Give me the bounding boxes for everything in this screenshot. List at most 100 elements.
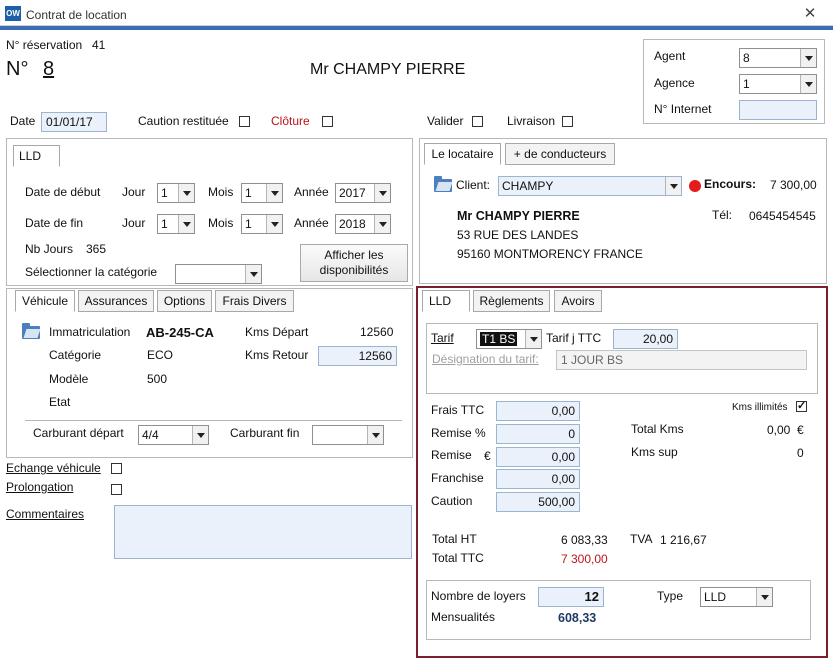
fin-jour-label: Jour bbox=[122, 216, 146, 230]
chevron-down-icon bbox=[525, 330, 541, 348]
carburant-depart-select[interactable]: 4/4 bbox=[138, 425, 209, 445]
tab-avoirs[interactable]: Avoirs bbox=[554, 290, 602, 312]
echange-vehicule-checkbox[interactable] bbox=[111, 463, 122, 474]
tab-assurances[interactable]: Assurances bbox=[78, 290, 154, 312]
kms-retour-input[interactable]: 12560 bbox=[318, 346, 397, 366]
categorie-select[interactable] bbox=[175, 264, 262, 284]
chevron-down-icon bbox=[192, 426, 208, 444]
tab-lld-dates[interactable]: LLD bbox=[13, 145, 60, 167]
close-icon[interactable]: ✕ bbox=[800, 5, 820, 23]
fin-jour-select[interactable]: 1 bbox=[157, 214, 195, 234]
debut-label: Date de début bbox=[25, 185, 101, 199]
valider-label: Valider bbox=[427, 114, 464, 128]
debut-annee-select[interactable]: 2017 bbox=[335, 183, 391, 203]
fin-label: Date de fin bbox=[25, 216, 84, 230]
tab-billing-lld[interactable]: LLD bbox=[422, 290, 470, 312]
reservation-value: 41 bbox=[92, 38, 106, 52]
valider-checkbox[interactable] bbox=[472, 116, 483, 127]
caution-input[interactable]: 500,00 bbox=[496, 492, 580, 512]
loyers-label: Nombre de loyers bbox=[431, 589, 526, 603]
folder-icon[interactable] bbox=[22, 323, 40, 339]
prolongation-link[interactable]: Prolongation bbox=[6, 480, 73, 494]
designation-link[interactable]: Désignation du tarif: bbox=[432, 352, 539, 366]
tab-le-locataire[interactable]: Le locataire bbox=[424, 143, 501, 165]
caution-label: Caution bbox=[431, 494, 473, 508]
vehicle-categorie-label: Catégorie bbox=[49, 348, 102, 362]
tab-frais-divers[interactable]: Frais Divers bbox=[215, 290, 294, 312]
carburant-fin-label: Carburant fin bbox=[230, 426, 300, 440]
tab-options[interactable]: Options bbox=[157, 290, 212, 312]
remise-eur-label: Remise bbox=[431, 448, 472, 462]
carburant-fin-select[interactable] bbox=[312, 425, 384, 445]
frais-ttc-input[interactable]: 0,00 bbox=[496, 401, 580, 421]
app-icon: OW bbox=[5, 6, 21, 21]
tab-vehicule[interactable]: Véhicule bbox=[15, 290, 75, 312]
total-kms-value: 0,00 bbox=[767, 423, 791, 437]
modele-value: 500 bbox=[147, 372, 168, 386]
chevron-down-icon bbox=[756, 588, 772, 606]
remise-pct-input[interactable]: 0 bbox=[496, 424, 580, 444]
agence-label: Agence bbox=[654, 76, 695, 90]
carburant-depart-label: Carburant départ bbox=[33, 426, 124, 440]
debut-mois-select[interactable]: 1 bbox=[241, 183, 283, 203]
commentaires-link[interactable]: Commentaires bbox=[6, 507, 84, 521]
categorie-select-label: Sélectionner la catégorie bbox=[25, 265, 158, 279]
kms-depart-label: Kms Départ bbox=[245, 325, 309, 339]
designation-input[interactable]: 1 JOUR BS bbox=[556, 350, 807, 370]
total-ttc-label: Total TTC bbox=[432, 551, 484, 565]
agent-select[interactable]: 8 bbox=[739, 48, 817, 68]
kms-illimites-checkbox[interactable] bbox=[796, 399, 807, 412]
tarif-select[interactable]: T1 BS bbox=[476, 329, 542, 349]
tarif-j-input[interactable]: 20,00 bbox=[613, 329, 678, 349]
tarif-link[interactable]: Tarif bbox=[431, 331, 454, 345]
total-kms-unit: € bbox=[797, 423, 804, 437]
type-select[interactable]: LLD bbox=[700, 587, 773, 607]
livraison-checkbox[interactable] bbox=[562, 116, 573, 127]
total-kms-label: Total Kms bbox=[631, 422, 684, 436]
client-select[interactable]: CHAMPY bbox=[498, 176, 682, 196]
date-label: Date bbox=[10, 114, 36, 128]
debut-annee-label: Année bbox=[294, 185, 329, 199]
tab-reglements[interactable]: Règlements bbox=[473, 290, 550, 312]
disponibilites-button[interactable]: Afficher les disponibilités bbox=[300, 244, 408, 282]
debut-jour-select[interactable]: 1 bbox=[157, 183, 195, 203]
echange-vehicule-link[interactable]: Echange véhicule bbox=[6, 461, 101, 475]
number-label: N° bbox=[6, 58, 29, 80]
cloture-label: Clôture bbox=[271, 114, 310, 128]
kms-illimites-label: Kms illimités bbox=[732, 402, 788, 413]
agence-select[interactable]: 1 bbox=[739, 74, 817, 94]
locataire-name: Mr CHAMPY PIERRE bbox=[457, 209, 580, 223]
caution-restituee-checkbox[interactable] bbox=[239, 116, 250, 127]
remise-eur-symbol: € bbox=[484, 449, 491, 463]
modele-label: Modèle bbox=[49, 372, 89, 386]
status-dot-icon bbox=[689, 180, 701, 192]
folder-icon[interactable] bbox=[434, 176, 452, 192]
prolongation-checkbox[interactable] bbox=[111, 484, 122, 495]
total-ht-value: 6 083,33 bbox=[561, 533, 608, 547]
loyers-input[interactable]: 12 bbox=[538, 587, 604, 607]
number-value: 8 bbox=[43, 58, 55, 80]
chevron-down-icon bbox=[367, 426, 383, 444]
debut-jour-label: Jour bbox=[122, 185, 146, 199]
kms-depart-value: 12560 bbox=[360, 325, 394, 339]
remise-eur-input[interactable]: 0,00 bbox=[496, 447, 580, 467]
fin-annee-select[interactable]: 2018 bbox=[335, 214, 391, 234]
tab-plus-conducteurs[interactable]: + de conducteurs bbox=[505, 143, 615, 165]
chevron-down-icon bbox=[374, 215, 390, 233]
commentaires-textarea[interactable] bbox=[114, 505, 412, 559]
nb-jours-value: 365 bbox=[86, 242, 107, 256]
etat-label: Etat bbox=[49, 395, 71, 409]
client-name-title: Mr CHAMPY PIERRE bbox=[310, 61, 466, 78]
encours-value: 7 300,00 bbox=[770, 178, 817, 192]
internet-input[interactable] bbox=[739, 100, 817, 120]
window-title: Contrat de location bbox=[26, 8, 127, 22]
cloture-checkbox[interactable] bbox=[322, 116, 333, 127]
fin-mois-select[interactable]: 1 bbox=[241, 214, 283, 234]
franchise-input[interactable]: 0,00 bbox=[496, 469, 580, 489]
chevron-down-icon bbox=[178, 184, 194, 202]
divider bbox=[25, 420, 402, 421]
encours-label: Encours: bbox=[704, 177, 757, 191]
date-input[interactable]: 01/01/17 bbox=[41, 112, 107, 132]
chevron-down-icon bbox=[800, 49, 816, 67]
agent-label: Agent bbox=[654, 49, 686, 63]
